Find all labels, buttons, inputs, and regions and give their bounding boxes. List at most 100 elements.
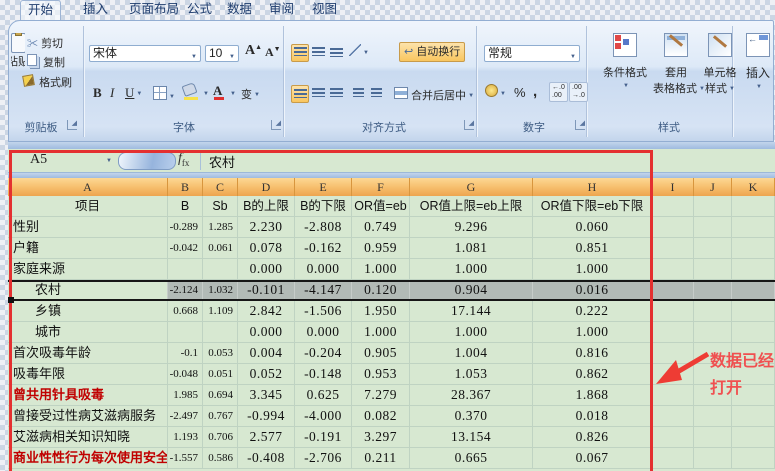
- data-cell[interactable]: [652, 282, 694, 299]
- data-cell[interactable]: -0.289: [168, 217, 203, 238]
- merge-center-button[interactable]: 合并后居中: [394, 87, 474, 103]
- align-bottom-button[interactable]: [328, 44, 344, 60]
- data-cell[interactable]: [168, 259, 203, 280]
- data-cell[interactable]: OR值=eb: [352, 196, 410, 217]
- row-label-cell[interactable]: 艾滋病相关知识知晓: [8, 427, 168, 448]
- row-label-cell[interactable]: 项目: [8, 196, 168, 217]
- data-cell[interactable]: -2.706: [295, 448, 352, 469]
- data-cell[interactable]: 0.000: [238, 259, 295, 280]
- data-cell[interactable]: 0.016: [533, 282, 652, 299]
- align-left-button[interactable]: [291, 85, 309, 103]
- data-cell[interactable]: B的下限: [295, 196, 352, 217]
- data-cell[interactable]: 2.577: [238, 427, 295, 448]
- comma-style-button[interactable]: ,: [533, 83, 537, 100]
- column-header-E[interactable]: E: [295, 178, 352, 196]
- cell-styles-button[interactable]: 单元格 样式: [699, 33, 741, 96]
- data-cell[interactable]: 1.000: [352, 322, 410, 343]
- data-cell[interactable]: 0.904: [410, 282, 533, 299]
- formula-content[interactable]: 农村: [209, 152, 235, 171]
- percent-style-button[interactable]: %: [514, 85, 526, 100]
- data-cell[interactable]: [694, 406, 732, 427]
- conditional-formatting-button[interactable]: 条件格式: [601, 33, 649, 92]
- align-center-button[interactable]: [310, 85, 326, 101]
- data-cell[interactable]: 1.032: [203, 282, 238, 299]
- data-cell[interactable]: -0.101: [238, 282, 295, 299]
- grow-font-button[interactable]: A▲: [245, 43, 262, 59]
- data-cell[interactable]: 0.082: [352, 406, 410, 427]
- data-cell[interactable]: 0.959: [352, 238, 410, 259]
- data-cell[interactable]: 1.081: [410, 238, 533, 259]
- data-cell[interactable]: 3.297: [352, 427, 410, 448]
- data-cell[interactable]: 3.345: [238, 385, 295, 406]
- data-cell[interactable]: 0.706: [203, 427, 238, 448]
- data-cell[interactable]: [694, 259, 732, 280]
- row-label-cell[interactable]: 商业性性行为每次使用安全套: [8, 448, 168, 469]
- row-label-cell[interactable]: 户籍: [8, 238, 168, 259]
- paste-button[interactable]: 粘贴: [11, 33, 25, 69]
- data-cell[interactable]: [652, 406, 694, 427]
- increase-decimal-button[interactable]: ←.0 .00: [549, 82, 568, 102]
- row-label-cell[interactable]: 性别: [8, 217, 168, 238]
- data-cell[interactable]: 1.000: [410, 322, 533, 343]
- data-cell[interactable]: [694, 301, 732, 322]
- column-header-F[interactable]: F: [352, 178, 410, 196]
- tab-page-layout[interactable]: 页面布局: [122, 0, 186, 19]
- data-cell[interactable]: 0.816: [533, 343, 652, 364]
- tab-review[interactable]: 审阅: [262, 0, 301, 19]
- data-cell[interactable]: 0.953: [352, 364, 410, 385]
- data-cell[interactable]: 17.144: [410, 301, 533, 322]
- data-cell[interactable]: 2.842: [238, 301, 295, 322]
- data-cell[interactable]: [652, 196, 694, 217]
- insert-cells-button[interactable]: ← 插入: [741, 33, 775, 93]
- data-cell[interactable]: -1.557: [168, 448, 203, 469]
- data-cell[interactable]: 0.004: [238, 343, 295, 364]
- data-cell[interactable]: [694, 448, 732, 469]
- data-cell[interactable]: 1.000: [352, 259, 410, 280]
- fill-color-button[interactable]: [183, 84, 199, 100]
- column-header-K[interactable]: K: [732, 178, 775, 196]
- data-cell[interactable]: 0.665: [410, 448, 533, 469]
- decrease-indent-button[interactable]: [350, 85, 366, 101]
- data-cell[interactable]: [732, 427, 775, 448]
- tab-view[interactable]: 视图: [305, 0, 344, 19]
- row-label-cell[interactable]: 曾接受过性病艾滋病服务: [8, 406, 168, 427]
- format-as-table-button[interactable]: 套用 表格格式: [653, 33, 699, 96]
- row-label-cell[interactable]: 家庭来源: [8, 259, 168, 280]
- currency-format-button[interactable]: [485, 84, 506, 100]
- data-cell[interactable]: -0.191: [295, 427, 352, 448]
- column-header-G[interactable]: G: [410, 178, 533, 196]
- font-size-select[interactable]: 10: [205, 45, 239, 62]
- tab-formulas[interactable]: 公式: [180, 0, 219, 19]
- data-cell[interactable]: 2.230: [238, 217, 295, 238]
- data-cell[interactable]: 1.868: [533, 385, 652, 406]
- font-color-button[interactable]: A: [213, 83, 225, 100]
- increase-indent-button[interactable]: [368, 85, 384, 101]
- data-cell[interactable]: 28.367: [410, 385, 533, 406]
- name-box-splitter[interactable]: [118, 152, 176, 170]
- number-format-select[interactable]: 常规: [484, 45, 580, 62]
- data-cell[interactable]: [652, 448, 694, 469]
- tab-home[interactable]: 开始: [20, 0, 61, 20]
- data-cell[interactable]: [652, 238, 694, 259]
- data-cell[interactable]: [732, 406, 775, 427]
- data-cell[interactable]: 0.370: [410, 406, 533, 427]
- number-dialog-launcher[interactable]: ◢: [575, 120, 585, 130]
- data-cell[interactable]: [694, 217, 732, 238]
- data-cell[interactable]: [652, 259, 694, 280]
- column-header-C[interactable]: C: [203, 178, 238, 196]
- data-cell[interactable]: [694, 238, 732, 259]
- data-cell[interactable]: [203, 259, 238, 280]
- data-cell[interactable]: 0.586: [203, 448, 238, 469]
- data-cell[interactable]: 0.018: [533, 406, 652, 427]
- row-label-cell[interactable]: 吸毒年限: [8, 364, 168, 385]
- data-cell[interactable]: 0.078: [238, 238, 295, 259]
- clipboard-dialog-launcher[interactable]: ◢: [67, 120, 77, 130]
- data-cell[interactable]: [732, 217, 775, 238]
- data-cell[interactable]: [652, 301, 694, 322]
- data-cell[interactable]: OR值上限=eb上限: [410, 196, 533, 217]
- decrease-decimal-button[interactable]: .00 →.0: [569, 82, 588, 102]
- data-cell[interactable]: [652, 322, 694, 343]
- data-cell[interactable]: [652, 217, 694, 238]
- column-header-J[interactable]: J: [694, 178, 732, 196]
- data-cell[interactable]: -2.497: [168, 406, 203, 427]
